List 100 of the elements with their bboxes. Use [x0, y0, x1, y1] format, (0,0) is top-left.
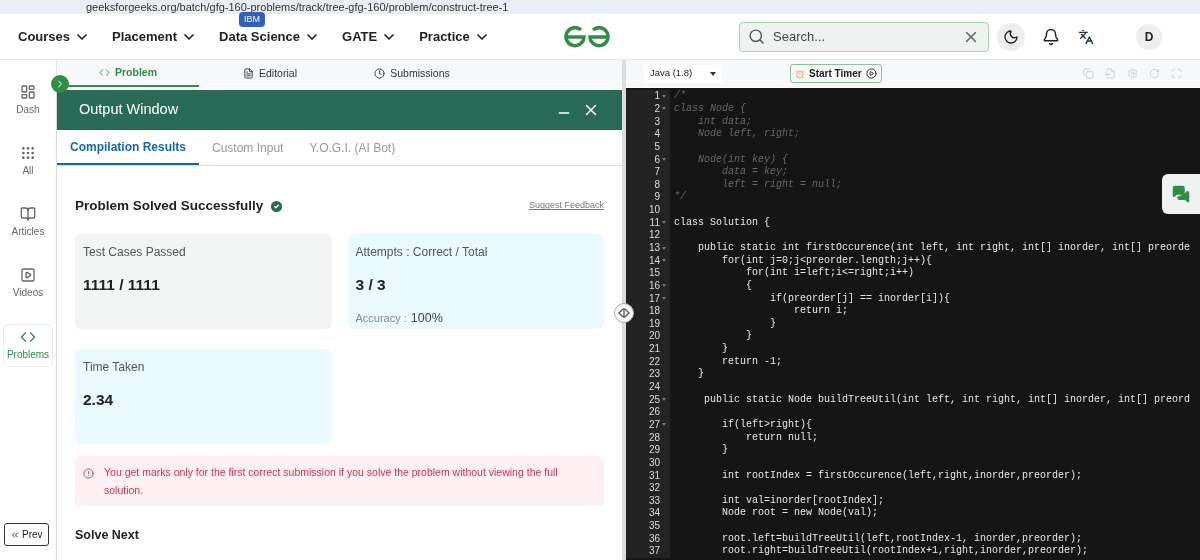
code-line: */ [674, 192, 686, 203]
stat-note-value: 100% [410, 309, 443, 327]
code-line: root.right=buildTreeUtil(rootIndex+1,right,inorder,preorder); [721, 546, 1089, 557]
line-number: 28 [648, 432, 660, 443]
search-input[interactable]: Search... [773, 26, 954, 47]
line-number: 24 [648, 382, 660, 393]
nav-menu-button[interactable]: GATE [342, 26, 398, 47]
code-line: class Solution { [674, 217, 770, 228]
dark-mode-button[interactable] [997, 22, 1025, 51]
sidebar-icon [20, 267, 36, 283]
sidebar-item[interactable]: Articles [3, 202, 53, 243]
check-icon [269, 198, 285, 214]
nav-menu-button[interactable]: Data Science [219, 26, 320, 47]
stat-value: 2.34 [83, 390, 115, 411]
line-number: 35 [648, 521, 660, 532]
chat-icon [1172, 185, 1190, 203]
split-arrows-icon [618, 308, 630, 318]
code-line: } [697, 369, 704, 380]
sidebar-item[interactable]: Dash [3, 80, 53, 121]
code-line: root.left=buildTreeUtil(left,rootIndex-1, inorder,preorder); [721, 533, 1083, 544]
bell-icon[interactable] [1042, 27, 1060, 46]
code-line: } [721, 445, 728, 456]
problem-tab[interactable]: Editorial [199, 60, 341, 87]
tab-icon [99, 67, 110, 78]
line-number: 29 [648, 445, 660, 456]
line-number: 18 [648, 306, 660, 317]
sidebar-item[interactable]: Problems [3, 324, 53, 367]
line-number: 21 [648, 344, 660, 355]
stat-label: Time Taken [83, 359, 146, 377]
url-text[interactable]: geeksforgeeks.org/batch/gfg-160-problems/track/tree-gfg-160/problem/construct-tree-1 [86, 1, 509, 13]
line-number: 6 [654, 154, 660, 165]
code-line: } [721, 344, 728, 355]
code-line: } [769, 318, 777, 329]
user-avatar[interactable]: D [1136, 23, 1162, 50]
line-number: 26 [648, 407, 660, 418]
fold-caret-icon[interactable] [662, 259, 666, 263]
line-number: 15 [648, 268, 660, 279]
sidebar-icon [20, 145, 36, 161]
fold-caret-icon[interactable] [662, 107, 666, 111]
search-field[interactable]: Search... [739, 21, 989, 52]
fold-caret-icon[interactable] [662, 398, 666, 402]
line-number: 10 [648, 205, 660, 216]
sidebar-icon [20, 206, 36, 222]
alarm-clock-icon [795, 68, 805, 79]
double-chevron-icon [10, 529, 20, 540]
line-number: 19 [648, 318, 660, 329]
status-heading: Problem Solved Successfully [75, 197, 264, 215]
line-number: 23 [648, 369, 660, 380]
line-number: 27 [648, 419, 660, 430]
line-number: 7 [654, 167, 660, 178]
output-tab[interactable]: Compilation Results [57, 130, 199, 165]
code-line: int rootIndex = firstOccurence(left,right,inorder,preorder); [721, 470, 1083, 481]
fold-caret-icon[interactable] [662, 94, 666, 98]
moon-icon [1003, 28, 1019, 45]
code-line: class Node { [674, 103, 746, 114]
line-number: 25 [648, 394, 660, 405]
sidebar-icon [20, 84, 36, 100]
line-number: 4 [654, 129, 660, 140]
line-number: 16 [648, 280, 660, 291]
code-line: if(preorder[j] == inorder[i]){ [769, 293, 951, 304]
stat-value: 1111 / 1111 [83, 275, 161, 296]
line-number: 34 [648, 508, 660, 519]
start-timer-button[interactable]: Start Timer [790, 64, 882, 83]
code-line: /* [674, 91, 686, 102]
suggest-feedback-link[interactable]: Suggest Feedback [528, 199, 604, 213]
prev-button[interactable]: Prev [4, 523, 49, 546]
fold-caret-icon[interactable] [662, 221, 666, 225]
sidebar-item[interactable]: All [3, 141, 53, 182]
stat-value: 3 / 3 [355, 275, 387, 296]
fold-caret-icon[interactable] [662, 297, 666, 301]
section-heading: Solve Next [75, 527, 140, 545]
code-line: return i; [793, 306, 849, 317]
expand-sidebar-button[interactable] [51, 75, 69, 93]
window-title: Output Window [79, 100, 180, 120]
sidebar-icon [20, 329, 36, 345]
line-number: 11 [649, 217, 660, 228]
nav-menu-button[interactable]: Placement [112, 26, 198, 47]
line-number: 22 [648, 356, 660, 367]
fold-caret-icon[interactable] [662, 284, 666, 288]
line-number: 36 [648, 533, 660, 544]
code-line: public static int firstOccurence(int left, int right, int[] inorder, int[] preorde [697, 243, 1191, 253]
line-number: 12 [648, 230, 660, 241]
fold-caret-icon[interactable] [662, 246, 666, 250]
nav-menu-button[interactable]: Courses [18, 26, 91, 47]
problem-tab[interactable]: Submissions [341, 60, 483, 87]
search-icon [748, 28, 765, 45]
caret-icon [710, 71, 716, 76]
code-line: Node root = new Node(val); [721, 508, 879, 519]
translate-icon[interactable] [1078, 28, 1094, 45]
language-dropdown[interactable]: Java (1.8) [644, 64, 722, 83]
code-editor[interactable] [626, 88, 1200, 560]
line-number: 5 [654, 141, 660, 152]
nav-menu-button[interactable]: Practice [419, 26, 490, 47]
warning-text: You get marks only for the first correct submission if you solve the problem without viewing the full solution. [104, 465, 559, 499]
fold-caret-icon[interactable] [662, 158, 666, 161]
code-line: { [745, 280, 752, 291]
chat-button[interactable] [1162, 174, 1200, 214]
sidebar-item[interactable]: Videos [3, 263, 53, 304]
fold-caret-icon[interactable] [662, 423, 666, 427]
code-line: int val=inorder[rootIndex]; [721, 495, 885, 506]
